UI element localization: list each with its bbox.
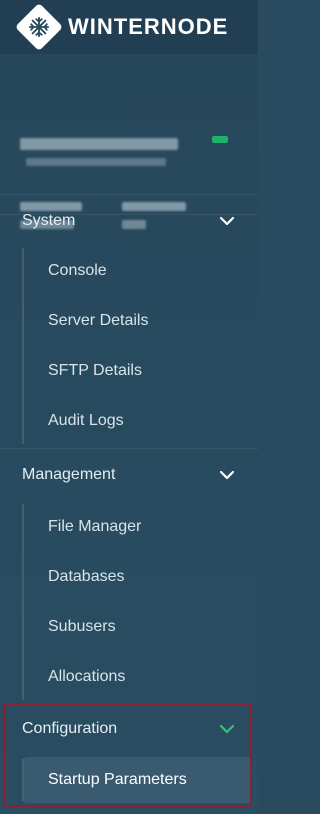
nav-item-console[interactable]: Console: [0, 246, 258, 296]
blurred-server-name: [20, 138, 178, 150]
highlight-box: [3, 703, 252, 807]
nav-item-subusers[interactable]: Subusers: [0, 602, 258, 652]
section-system[interactable]: System: [0, 194, 258, 246]
section-management-label: Management: [22, 465, 116, 483]
nav-item-allocations[interactable]: Allocations: [0, 652, 258, 702]
brand-name-part2: NODE: [160, 14, 229, 39]
system-items: Console Server Details SFTP Details Audi…: [0, 246, 258, 446]
section-system-label: System: [22, 211, 76, 229]
section-management[interactable]: Management: [0, 448, 258, 500]
brand-name: WINTERNODE: [68, 14, 228, 40]
server-profile: [0, 54, 258, 229]
brand-name-part1: WINTER: [68, 14, 161, 39]
nav-item-server-details[interactable]: Server Details: [0, 296, 258, 346]
status-indicator: [212, 136, 228, 143]
brand-header[interactable]: WINTERNODE: [0, 0, 258, 54]
nav-item-audit-logs[interactable]: Audit Logs: [0, 396, 258, 446]
snowflake-icon: [14, 2, 64, 52]
chevron-down-icon: [218, 212, 236, 230]
nav-item-sftp-details[interactable]: SFTP Details: [0, 346, 258, 396]
management-items: File Manager Databases Subusers Allocati…: [0, 502, 258, 702]
nav-item-file-manager[interactable]: File Manager: [0, 502, 258, 552]
chevron-down-icon: [218, 466, 236, 484]
sidebar: WINTERNODE System Console Server Details…: [0, 0, 258, 814]
blurred-server-sub: [26, 158, 166, 166]
nav-item-databases[interactable]: Databases: [0, 552, 258, 602]
